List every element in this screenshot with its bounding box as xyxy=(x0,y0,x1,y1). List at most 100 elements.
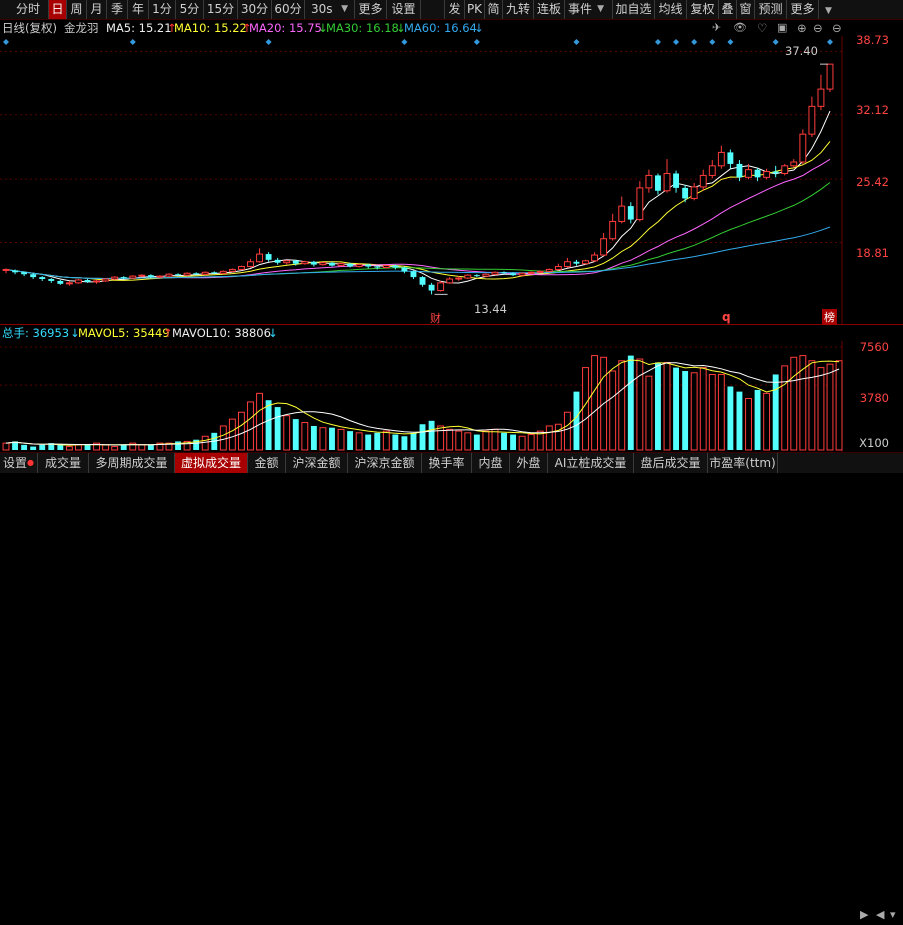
volume-chart[interactable] xyxy=(0,341,903,452)
candle-body xyxy=(699,174,707,188)
volume-bar xyxy=(410,432,417,450)
tab-hsj-amount[interactable]: 沪深京金额 xyxy=(348,453,422,473)
lock-icon[interactable]: ▣ xyxy=(777,20,787,36)
candle-body xyxy=(392,265,399,268)
toolbar-jiuzhuan-button[interactable]: 九转 xyxy=(502,0,533,19)
q-marker[interactable]: q xyxy=(722,310,731,324)
toolbar-more-button[interactable]: 更多 xyxy=(786,0,818,19)
overlay-button[interactable]: 叠 xyxy=(718,0,736,19)
period-button-30min[interactable]: 30分 xyxy=(238,0,272,19)
candle-body xyxy=(790,161,798,167)
period-button-5min[interactable]: 5分 xyxy=(176,0,204,19)
ma60-value: MA60: 16.64 xyxy=(404,21,477,35)
period-button-60min[interactable]: 60分 xyxy=(272,0,305,19)
window-button[interactable]: 窗 xyxy=(736,0,754,19)
volume-bar xyxy=(21,444,28,450)
candle-body xyxy=(663,173,671,192)
toolbar-simple-button[interactable]: 简 xyxy=(484,0,502,19)
candle-body xyxy=(754,169,761,178)
period-button-fenshi[interactable]: 分时 xyxy=(0,0,49,19)
zoom-out-icon[interactable]: ⊖ xyxy=(813,20,823,36)
tabs-scroll-left-icon[interactable]: ◀ xyxy=(876,905,884,925)
tabs-menu-icon[interactable]: ▾ xyxy=(890,905,896,925)
tab-virtual-volume[interactable]: 虚拟成交量 xyxy=(175,453,248,473)
stock-name: 金龙羽 xyxy=(64,21,99,35)
toolbar-events-button[interactable]: 事件 ▼ xyxy=(564,0,608,19)
candle-body xyxy=(219,270,227,274)
candle-body xyxy=(817,88,825,107)
tab-hs-amount[interactable]: 沪深金额 xyxy=(286,453,348,473)
pin-icon[interactable]: ✈ xyxy=(712,20,721,36)
candle-body xyxy=(256,253,263,263)
finance-marker[interactable]: 财 xyxy=(430,310,441,326)
candle-body xyxy=(193,273,200,275)
tab-after-hours-volume[interactable]: 盘后成交量 xyxy=(634,453,708,473)
tabs-scroll-right-icon[interactable]: ▶ xyxy=(860,905,868,925)
volume-bar xyxy=(292,419,299,450)
period-button-daily[interactable]: 日 xyxy=(49,0,67,19)
candle-body xyxy=(283,260,291,264)
period-button-quarterly[interactable]: 季 xyxy=(107,0,128,19)
volume-info-line: 总手: 36953 ↓ MAVOL5: 35449 ↑ MAVOL10: 388… xyxy=(0,325,903,341)
volume-bar xyxy=(301,422,309,451)
period-toolbar: 分时 日 周 月 季 年 1分 5分 15分 30分 60分 30s ▼ 更多 … xyxy=(0,0,903,20)
period-more-button[interactable]: 更多 xyxy=(355,0,387,19)
period-button-yearly[interactable]: 年 xyxy=(128,0,149,19)
tab-multi-period-volume[interactable]: 多周期成交量 xyxy=(89,453,175,473)
kline-chart[interactable] xyxy=(0,36,903,325)
eye-icon[interactable]: 👁 xyxy=(733,20,747,36)
period-button-monthly[interactable]: 月 xyxy=(87,0,107,19)
tab-ai-volume[interactable]: AI立桩成交量 xyxy=(548,453,634,473)
volume-bar xyxy=(201,435,209,451)
chart-type-label[interactable]: 日线(复权) xyxy=(2,20,57,36)
candle-body xyxy=(301,261,309,265)
volume-bar xyxy=(727,386,734,450)
volume-bar xyxy=(120,444,127,450)
zoom-in-icon[interactable]: ⊕ xyxy=(797,20,807,36)
tab-volume[interactable]: 成交量 xyxy=(38,453,89,473)
volume-bar xyxy=(102,444,110,451)
volume-bar xyxy=(392,434,399,450)
period-button-1min[interactable]: 1分 xyxy=(149,0,176,19)
candle-body xyxy=(111,276,119,280)
period-select-30s[interactable]: 30s ▼ xyxy=(305,0,355,19)
period-settings-button[interactable]: 设置 xyxy=(387,0,421,19)
toolbar-lianban-button[interactable]: 连板 xyxy=(533,0,564,19)
tab-amount[interactable]: 金额 xyxy=(248,453,286,473)
volume-axis-label: X100 xyxy=(859,436,889,450)
candle-body xyxy=(781,165,789,175)
volume-bar xyxy=(464,432,472,451)
volume-axis-label: 3780 xyxy=(859,391,889,405)
volume-bar xyxy=(65,446,73,451)
volume-bar xyxy=(690,372,698,451)
toolbar-dropdown-button[interactable]: ▼ xyxy=(818,0,838,19)
rank-marker[interactable]: 榜 xyxy=(822,309,837,325)
close-icon[interactable]: ⊖ xyxy=(832,20,842,36)
tab-settings[interactable]: 设置● xyxy=(0,453,38,473)
candle-body xyxy=(120,277,127,279)
tab-turnover[interactable]: 换手率 xyxy=(422,453,472,473)
toolbar-fa-button[interactable]: 发 xyxy=(444,0,464,19)
tab-pe-ttm[interactable]: 市盈率(ttm) xyxy=(708,453,778,473)
toolbar-pk-button[interactable]: PK xyxy=(464,0,484,19)
volume-bar xyxy=(274,407,281,450)
add-watchlist-button[interactable]: 加自选 xyxy=(612,0,654,19)
period-button-weekly[interactable]: 周 xyxy=(67,0,87,19)
heart-icon[interactable]: ♡ xyxy=(757,20,767,36)
volume-bar xyxy=(138,444,146,451)
candle-body xyxy=(265,254,272,260)
event-diamond-icon xyxy=(772,39,779,45)
arrow-down-icon: ↓ xyxy=(268,326,278,340)
candle-body xyxy=(165,273,173,277)
adjust-price-button[interactable]: 复权 xyxy=(686,0,718,19)
ma30-line xyxy=(5,182,831,280)
candle-body xyxy=(536,270,544,273)
moving-average-button[interactable]: 均线 xyxy=(654,0,686,19)
volume-bar xyxy=(111,446,119,451)
tab-outer-volume[interactable]: 外盘 xyxy=(510,453,548,473)
forecast-button[interactable]: 预测 xyxy=(754,0,786,19)
period-button-15min[interactable]: 15分 xyxy=(204,0,238,19)
candle-body xyxy=(337,263,345,267)
tab-inner-volume[interactable]: 内盘 xyxy=(472,453,510,473)
candle-body xyxy=(274,259,281,263)
